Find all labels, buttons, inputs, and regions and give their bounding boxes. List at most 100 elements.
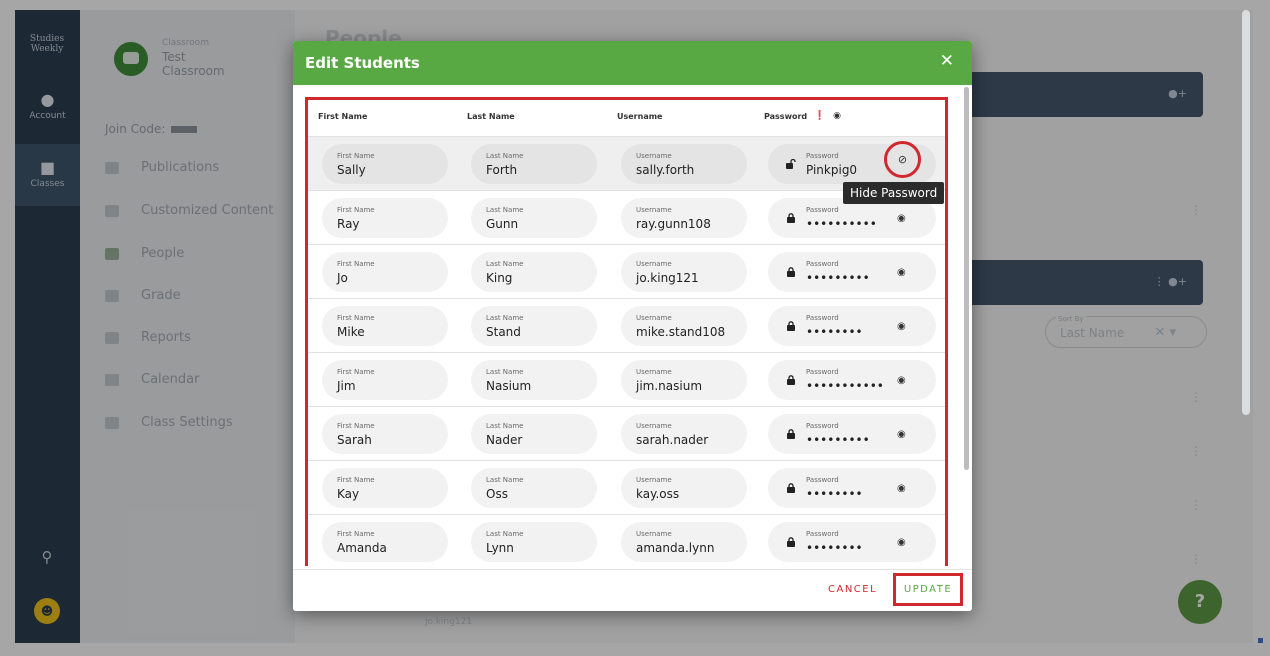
eye-icon[interactable]: ◉ <box>897 375 906 386</box>
username-field[interactable]: Username sally.forth <box>621 144 747 184</box>
field-label: Password <box>806 314 839 322</box>
eye-icon[interactable]: ◉ <box>897 213 906 224</box>
field-value: Lynn <box>486 541 514 555</box>
field-value: ••••••••••• <box>806 379 884 393</box>
field-value: •••••••• <box>806 541 863 555</box>
dialog-scrollbar[interactable] <box>964 87 969 470</box>
first-name-field[interactable]: First Name Amanda <box>322 522 448 562</box>
field-label: First Name <box>337 260 375 268</box>
field-value: sarah.nader <box>636 433 709 447</box>
first-name-field[interactable]: First Name Jo <box>322 252 448 292</box>
field-value: Pinkpig0 <box>806 163 858 177</box>
table-header: First Name Last Name Username Password ❗… <box>308 100 945 136</box>
field-label: Last Name <box>486 152 524 160</box>
field-label: Username <box>636 530 672 538</box>
field-value: Nasium <box>486 379 532 393</box>
password-field[interactable]: Password ••••••••••• ◉ <box>768 360 936 400</box>
field-label: Last Name <box>486 422 524 430</box>
field-value: King <box>486 271 513 285</box>
table-row: First Name Jo Last Name King Username jo.king… <box>308 244 945 298</box>
username-field[interactable]: Username ray.gunn108 <box>621 198 747 238</box>
field-value: ••••••••• <box>806 271 870 285</box>
field-label: Password <box>806 206 839 214</box>
column-header-first-name: First Name <box>318 112 368 121</box>
field-value: Forth <box>486 163 518 177</box>
field-label: Password <box>806 422 839 430</box>
update-button[interactable]: UPDATE <box>893 573 963 606</box>
last-name-field[interactable]: Last Name Nader <box>471 414 597 454</box>
last-name-field[interactable]: Last Name Nasium <box>471 360 597 400</box>
first-name-field[interactable]: First Name Ray <box>322 198 448 238</box>
table-row: First Name Kay Last Name Oss Username kay.oss… <box>308 460 945 514</box>
dialog-header: Edit Students ✕ <box>293 41 972 85</box>
first-name-field[interactable]: First Name Kay <box>322 468 448 508</box>
field-label: Username <box>636 422 672 430</box>
eye-icon[interactable]: ◉ <box>897 537 906 548</box>
password-field[interactable]: Password •••••••• ◉ <box>768 522 936 562</box>
field-label: Username <box>636 152 672 160</box>
close-icon[interactable]: ✕ <box>940 51 954 71</box>
field-label: Username <box>636 368 672 376</box>
field-value: sally.forth <box>636 163 695 177</box>
last-name-field[interactable]: Last Name Oss <box>471 468 597 508</box>
field-label: Last Name <box>486 530 524 538</box>
field-value: Kay <box>337 487 360 501</box>
field-value: Oss <box>486 487 508 501</box>
hide-password-button[interactable]: ⊘ <box>884 141 921 178</box>
username-field[interactable]: Username mike.stand108 <box>621 306 747 346</box>
cancel-button[interactable]: CANCEL <box>828 584 877 595</box>
field-label: Last Name <box>486 368 524 376</box>
username-field[interactable]: Username kay.oss <box>621 468 747 508</box>
eye-slash-icon: ⊘ <box>897 153 908 166</box>
info-icon[interactable]: ❗ <box>814 111 825 121</box>
field-label: Username <box>636 206 672 214</box>
corner-marker <box>1258 638 1263 643</box>
table-row: First Name Mike Last Name Stand Username mike… <box>308 298 945 352</box>
first-name-field[interactable]: First Name Jim <box>322 360 448 400</box>
field-value: Sarah <box>337 433 372 447</box>
eye-icon[interactable]: ◉ <box>897 483 906 494</box>
field-label: Username <box>636 314 672 322</box>
password-field[interactable]: Password ••••••••• ◉ <box>768 414 936 454</box>
password-field[interactable]: Password •••••••••• ◉ <box>768 198 936 238</box>
password-field[interactable]: Password •••••••• ◉ <box>768 306 936 346</box>
lock-icon <box>787 375 795 385</box>
username-field[interactable]: Username amanda.lynn <box>621 522 747 562</box>
unlock-icon <box>786 159 796 169</box>
last-name-field[interactable]: Last Name King <box>471 252 597 292</box>
edit-students-dialog: Edit Students ✕ First Name Last Name Use… <box>293 41 972 611</box>
eye-icon[interactable]: ◉ <box>833 111 841 121</box>
eye-icon[interactable]: ◉ <box>897 267 906 278</box>
field-label: Username <box>636 260 672 268</box>
eye-icon[interactable]: ◉ <box>897 429 906 440</box>
field-label: Password <box>806 152 839 160</box>
field-label: Password <box>806 476 839 484</box>
password-field[interactable]: Password ••••••••• ◉ <box>768 252 936 292</box>
last-name-field[interactable]: Last Name Gunn <box>471 198 597 238</box>
eye-icon[interactable]: ◉ <box>897 321 906 332</box>
first-name-field[interactable]: First Name Sarah <box>322 414 448 454</box>
password-field[interactable]: Password •••••••• ◉ <box>768 468 936 508</box>
field-value: •••••••••• <box>806 217 877 231</box>
last-name-field[interactable]: Last Name Stand <box>471 306 597 346</box>
field-value: Jo <box>337 271 348 285</box>
first-name-field[interactable]: First Name Sally <box>322 144 448 184</box>
field-value: mike.stand108 <box>636 325 726 339</box>
field-value: kay.oss <box>636 487 680 501</box>
hide-password-tooltip: Hide Password <box>843 182 945 204</box>
page-scrollbar[interactable] <box>1242 10 1250 415</box>
username-field[interactable]: Username jo.king121 <box>621 252 747 292</box>
username-field[interactable]: Username sarah.nader <box>621 414 747 454</box>
field-label: First Name <box>337 152 375 160</box>
first-name-field[interactable]: First Name Mike <box>322 306 448 346</box>
table-row: First Name Jim Last Name Nasium Username jim.… <box>308 352 945 406</box>
last-name-field[interactable]: Last Name Lynn <box>471 522 597 562</box>
last-name-field[interactable]: Last Name Forth <box>471 144 597 184</box>
lock-icon <box>787 321 795 331</box>
lock-icon <box>787 537 795 547</box>
table-row: First Name Amanda Last Name Lynn Username ama… <box>308 514 945 568</box>
username-field[interactable]: Username jim.nasium <box>621 360 747 400</box>
field-label: First Name <box>337 530 375 538</box>
field-value: Sally <box>337 163 366 177</box>
students-table: First Name Last Name Username Password ❗… <box>305 97 948 568</box>
